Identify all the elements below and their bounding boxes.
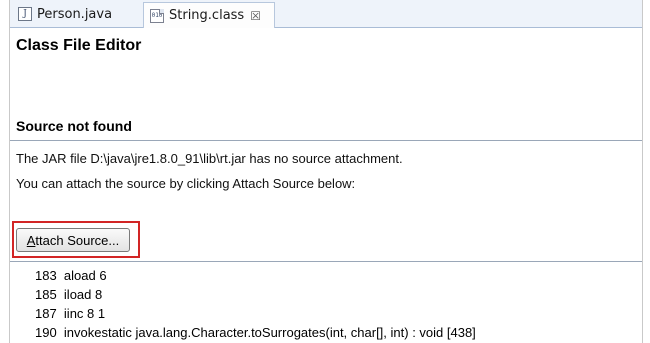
java-file-icon: J xyxy=(18,7,32,21)
tab-label: String.class xyxy=(169,8,245,23)
tab-label: Person.java xyxy=(37,6,113,22)
tab-string-class[interactable]: 010 String.class ☒ xyxy=(143,2,275,28)
attach-hint-message: You can attach the source by clicking At… xyxy=(16,176,356,191)
editor-tab-bar: J Person.java 010 String.class ☒ xyxy=(10,0,642,28)
bytecode-line: 190 invokestatic java.lang.Character.toS… xyxy=(35,325,476,340)
section-title: Source not found xyxy=(16,118,132,134)
jar-message: The JAR file D:\java\jre1.8.0_91\lib\rt.… xyxy=(16,151,403,166)
bytecode-divider xyxy=(10,261,642,262)
bytecode-line: 183 aload 6 xyxy=(35,268,107,283)
attach-source-label: ttach Source... xyxy=(35,232,120,248)
class-file-editor: J Person.java 010 String.class ☒ Class F… xyxy=(9,0,643,343)
page-title: Class File Editor xyxy=(16,37,142,54)
bytecode-line: 185 iload 8 xyxy=(35,287,103,302)
attach-source-button[interactable]: Attach Source... xyxy=(16,228,130,252)
attach-source-mnemonic: A xyxy=(26,232,36,248)
close-tab-icon[interactable]: ☒ xyxy=(250,9,261,23)
bytecode-listing: 183 aload 6 185 iload 8 187 iinc 8 1 190… xyxy=(35,266,476,342)
bytecode-line: 187 iinc 8 1 xyxy=(35,306,106,321)
section-divider xyxy=(10,140,642,141)
class-file-icon: 010 xyxy=(150,8,164,23)
tab-person-java[interactable]: J Person.java xyxy=(14,2,143,26)
